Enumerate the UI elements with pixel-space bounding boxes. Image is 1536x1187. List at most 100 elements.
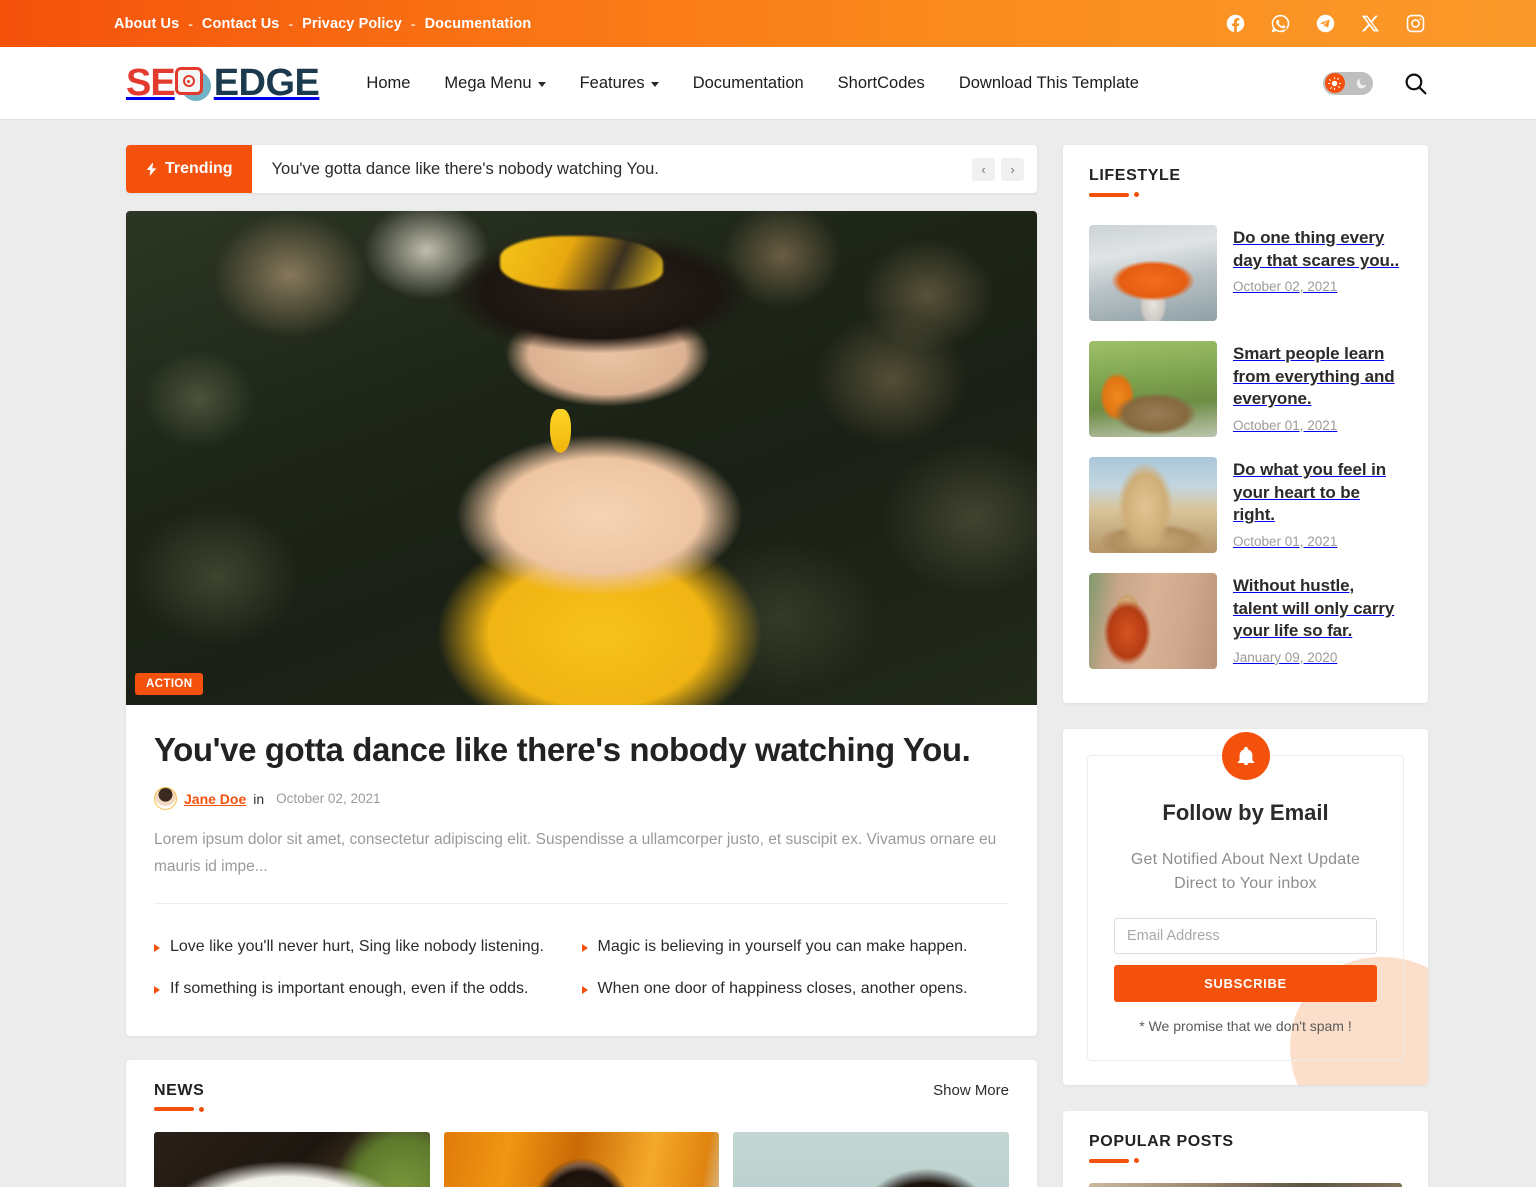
- logo-text-edge: EDGE: [213, 62, 320, 104]
- featured-quote-list: Love like you'll never hurt, Sing like n…: [154, 902, 1010, 1036]
- subscribe-button[interactable]: SUBSCRIBE: [1114, 965, 1377, 1002]
- news-card-thumbnail[interactable]: [733, 1131, 1009, 1187]
- social-links: [1225, 13, 1426, 34]
- whatsapp-icon[interactable]: [1270, 13, 1291, 34]
- moon-icon: [1355, 77, 1368, 90]
- trending-nav-buttons: ‹ ›: [972, 157, 1037, 181]
- trending-next-button[interactable]: ›: [1001, 157, 1024, 181]
- sidebar-column: LIFESTYLE Do one thing every day that sc…: [1063, 145, 1428, 1187]
- main-content-column: Trending You've gotta dance like there's…: [126, 145, 1037, 1187]
- hero-subject: [399, 230, 801, 705]
- lifestyle-widget: LIFESTYLE Do one thing every day that sc…: [1063, 145, 1428, 703]
- avatar: [154, 787, 177, 811]
- dark-mode-toggle[interactable]: [1323, 71, 1373, 95]
- news-section-title: NEWS: [154, 1081, 205, 1099]
- top-link-about-us[interactable]: About Us: [114, 16, 179, 32]
- list-item[interactable]: Do what you feel in your heart to be rig…: [1089, 447, 1402, 563]
- news-card-thumbnail[interactable]: [443, 1131, 720, 1187]
- list-item[interactable]: Do one thing every day that scares you..…: [1089, 215, 1402, 331]
- category-badge[interactable]: ACTION: [135, 673, 204, 695]
- site-logo[interactable]: SE EDGE: [126, 62, 320, 104]
- top-link-contact-us[interactable]: Contact Us: [202, 16, 280, 32]
- section-underline: [154, 1106, 204, 1112]
- trending-bar: Trending You've gotta dance like there's…: [126, 145, 1037, 193]
- top-link-separator: -: [410, 15, 416, 32]
- quote-item[interactable]: Magic is believing in yourself you can m…: [581, 926, 1010, 968]
- follow-by-email-box: Follow by Email Get Notified About Next …: [1087, 732, 1404, 1061]
- follow-subtitle: Get Notified About Next Update Direct to…: [1130, 851, 1361, 892]
- post-title: Without hustle, talent will only carry y…: [1233, 576, 1395, 641]
- target-search-icon: [173, 63, 213, 103]
- nav-item-home[interactable]: Home: [349, 74, 427, 93]
- post-title: Do one thing every day that scares you..: [1233, 228, 1400, 270]
- logo-text-se: SE: [126, 62, 176, 104]
- quote-item[interactable]: Love like you'll never hurt, Sing like n…: [154, 926, 582, 968]
- search-icon[interactable]: [1403, 71, 1428, 96]
- bell-icon: [1221, 732, 1270, 780]
- bullet-triangle-icon: [154, 985, 160, 994]
- post-title: Do what you feel in your heart to be rig…: [1233, 460, 1387, 525]
- post-thumbnail: [1089, 573, 1217, 669]
- follow-title: Follow by Email: [1162, 800, 1329, 825]
- news-show-more-link[interactable]: Show More: [933, 1082, 1009, 1099]
- news-section-header: NEWS Show More: [154, 1082, 1009, 1112]
- nav-item-documentation[interactable]: Documentation: [676, 74, 821, 93]
- nav-label: Documentation: [692, 73, 804, 92]
- popular-post-thumbnail[interactable]: [1089, 1183, 1402, 1187]
- lifestyle-post-list: Do one thing every day that scares you..…: [1089, 215, 1402, 679]
- top-bar: About Us - Contact Us - Privacy Policy -…: [0, 0, 1536, 47]
- follow-spam-note: * We promise that we don't spam !: [1139, 1018, 1352, 1034]
- featured-byline: Jane Doe in October 02, 2021: [154, 787, 1009, 811]
- news-section: NEWS Show More: [126, 1059, 1037, 1187]
- chevron-down-icon: [537, 81, 546, 87]
- list-item[interactable]: Without hustle, talent will only carry y…: [1089, 563, 1402, 679]
- post-thumbnail: [1089, 341, 1217, 437]
- follow-by-email-widget: Follow by Email Get Notified About Next …: [1063, 729, 1428, 1085]
- popular-posts-widget: POPULAR POSTS: [1063, 1111, 1428, 1187]
- trending-badge: Trending: [126, 145, 252, 193]
- telegram-icon[interactable]: [1315, 13, 1336, 34]
- main-navigation: Home Mega Menu Features Documentation Sh…: [349, 74, 1155, 93]
- featured-excerpt: Lorem ipsum dolor sit amet, consectetur …: [154, 831, 997, 876]
- facebook-icon[interactable]: [1225, 13, 1246, 34]
- nav-item-mega-menu[interactable]: Mega Menu: [427, 74, 562, 93]
- author-link[interactable]: Jane Doe: [184, 791, 246, 807]
- post-date: October 01, 2021: [1233, 533, 1338, 549]
- trending-headline[interactable]: You've gotta dance like there's nobody w…: [272, 160, 659, 179]
- nav-item-download-template[interactable]: Download This Template: [942, 74, 1156, 93]
- featured-post-title[interactable]: You've gotta dance like there's nobody w…: [154, 729, 1009, 770]
- news-card-thumbnail[interactable]: [154, 1131, 430, 1187]
- bullet-triangle-icon: [581, 943, 588, 952]
- quote-item[interactable]: If something is important enough, even i…: [154, 968, 582, 1010]
- byline-join-word: in: [253, 790, 265, 807]
- section-underline: [1089, 192, 1402, 197]
- section-underline: [1089, 1158, 1402, 1163]
- top-link-separator: -: [188, 15, 193, 32]
- featured-hero-image[interactable]: ACTION: [126, 211, 1037, 705]
- nav-item-features[interactable]: Features: [563, 74, 676, 93]
- email-field[interactable]: [1114, 918, 1377, 954]
- quote-item[interactable]: When one door of happiness closes, anoth…: [581, 968, 1010, 1010]
- post-date: October 02, 2021: [1233, 279, 1338, 295]
- header-actions: [1323, 71, 1428, 96]
- bullet-triangle-icon: [581, 985, 588, 994]
- site-header: SE EDGE Home Mega Menu Features Document…: [0, 47, 1536, 119]
- x-twitter-icon[interactable]: [1360, 13, 1381, 34]
- nav-item-shortcodes[interactable]: ShortCodes: [821, 74, 942, 93]
- instagram-icon[interactable]: [1405, 13, 1426, 34]
- bullet-triangle-icon: [154, 943, 160, 952]
- trending-badge-label: Trending: [165, 160, 233, 177]
- popular-posts-title: POPULAR POSTS: [1089, 1133, 1234, 1150]
- page-body: Trending You've gotta dance like there's…: [0, 119, 1536, 1187]
- top-link-documentation[interactable]: Documentation: [425, 16, 532, 32]
- post-date: October 01, 2021: [1233, 417, 1338, 433]
- quote-text: When one door of happiness closes, anoth…: [597, 979, 968, 997]
- trending-prev-button[interactable]: ‹: [972, 157, 995, 181]
- list-item[interactable]: Smart people learn from everything and e…: [1089, 331, 1402, 447]
- news-grid: [154, 1131, 1009, 1187]
- lifestyle-widget-title: LIFESTYLE: [1089, 167, 1181, 184]
- top-link-privacy-policy[interactable]: Privacy Policy: [302, 16, 402, 32]
- lightning-bolt-icon: [145, 161, 158, 178]
- nav-label: Home: [366, 73, 411, 92]
- quote-text: Love like you'll never hurt, Sing like n…: [170, 937, 544, 955]
